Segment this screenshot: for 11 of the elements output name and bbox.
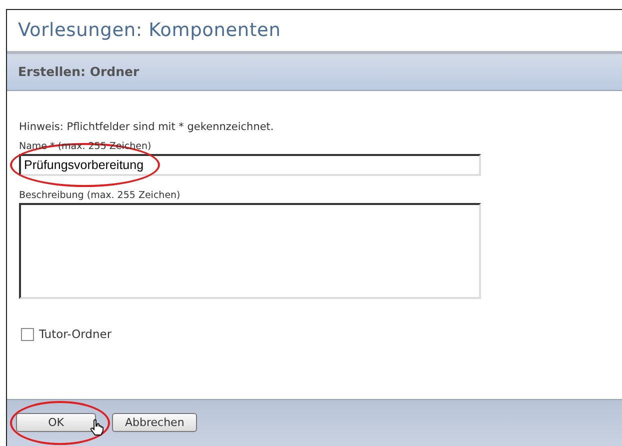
form-button[interactable]: OK	[16, 413, 96, 432]
hint-text: Hinweis: Pflichtfelder sind mit * gekennzeichnet.	[19, 121, 275, 133]
input-field[interactable]: Prüfungsvorbereitung	[19, 154, 481, 176]
checkbox-label: Tutor-Ordner	[39, 327, 112, 341]
page-title: Vorlesungen: Komponenten	[17, 19, 282, 43]
checkbox[interactable]	[21, 328, 34, 340]
section-header: Erstellen: Ordner	[7, 51, 622, 91]
hand-cursor-icon	[90, 419, 104, 436]
textarea-field[interactable]	[19, 203, 481, 299]
field-label: Beschreibung (max. 255 Zeichen)	[19, 190, 182, 201]
form-button[interactable]: Abbrechen	[112, 413, 198, 432]
